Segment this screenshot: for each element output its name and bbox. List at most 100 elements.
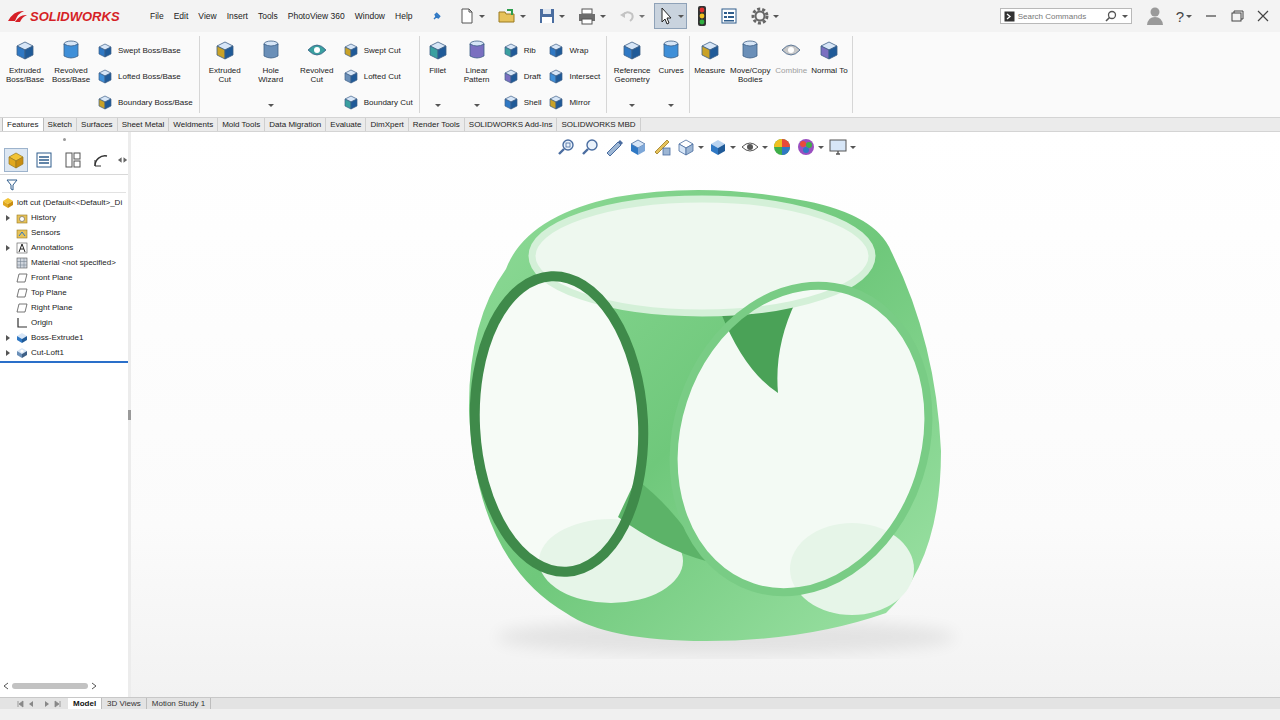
view-button[interactable] <box>772 137 792 157</box>
tree-filter-field[interactable] <box>2 177 126 193</box>
dropdown-arrow[interactable] <box>600 15 606 18</box>
ribbon-small-button[interactable]: Draft <box>502 65 542 87</box>
dropdown-arrow[interactable] <box>678 15 684 18</box>
ribbon-button[interactable]: Combine <box>773 36 809 113</box>
tree-item[interactable]: Material <not specified> <box>0 255 128 270</box>
tree-item[interactable]: Cut-Loft1 <box>0 345 128 360</box>
user-icon[interactable] <box>1146 6 1164 26</box>
tree-item[interactable]: Annotations <box>0 240 128 255</box>
dropdown-arrow[interactable] <box>474 104 480 107</box>
dropdown-arrow[interactable] <box>668 104 674 107</box>
view-button[interactable] <box>652 137 672 157</box>
quick-button[interactable] <box>747 3 782 29</box>
help-button[interactable]: ? <box>1176 8 1192 25</box>
ribbon-small-button[interactable]: Intersect <box>547 65 600 87</box>
ribbon-small-button[interactable]: Boundary Cut <box>342 91 413 113</box>
tree-item[interactable]: Sensors <box>0 225 128 240</box>
dropdown-arrow[interactable] <box>435 104 441 107</box>
expand-arrow[interactable] <box>3 213 13 223</box>
command-tab[interactable]: DimXpert <box>366 118 408 131</box>
tree-item[interactable]: Boss-Extrude1 <box>0 330 128 345</box>
quick-button[interactable] <box>717 4 741 28</box>
view-button[interactable] <box>628 137 648 157</box>
menu-item[interactable]: Edit <box>174 11 189 21</box>
expand-arrow[interactable] <box>3 333 13 343</box>
ribbon-button[interactable]: Fillet <box>422 36 454 113</box>
command-tab[interactable]: Sheet Metal <box>118 118 170 131</box>
quick-button[interactable] <box>693 2 711 30</box>
dropdown-arrow[interactable] <box>639 15 645 18</box>
dropdown-arrow[interactable] <box>762 146 768 149</box>
menu-item[interactable]: File <box>150 11 164 21</box>
expand-arrow[interactable] <box>3 288 13 298</box>
command-tab[interactable]: Render Tools <box>409 118 465 131</box>
ribbon-small-button[interactable]: Lofted Boss/Base <box>96 65 193 87</box>
dropdown-arrow[interactable] <box>268 104 274 107</box>
menu-item[interactable]: Help <box>395 11 412 21</box>
ribbon-small-button[interactable]: Boundary Boss/Base <box>96 91 193 113</box>
dropdown-arrow[interactable] <box>520 15 526 18</box>
panel-scroll-arrows-icon[interactable] <box>117 155 128 165</box>
part-model[interactable] <box>446 171 966 661</box>
ribbon-button[interactable]: Normal To <box>809 36 849 113</box>
ribbon-small-button[interactable]: Rib <box>502 39 542 61</box>
menu-item[interactable]: Tools <box>258 11 278 21</box>
menu-item[interactable]: Window <box>355 11 385 21</box>
dropdown-arrow[interactable] <box>629 104 635 107</box>
panel-tab[interactable] <box>4 148 28 172</box>
menu-item[interactable]: PhotoView 360 <box>288 11 345 21</box>
ribbon-small-button[interactable]: Swept Boss/Base <box>96 39 193 61</box>
dropdown-arrow[interactable] <box>730 146 736 149</box>
panel-horizontal-scrollbar[interactable] <box>0 681 128 691</box>
ribbon-button[interactable]: Measure <box>692 36 727 113</box>
quick-button[interactable] <box>615 4 648 28</box>
ribbon-small-button[interactable]: Shell <box>502 91 542 113</box>
scroll-left-icon[interactable] <box>3 682 9 690</box>
ribbon-button[interactable]: Revolved Cut <box>294 36 340 113</box>
scroll-right-icon[interactable] <box>91 682 97 690</box>
command-tab[interactable]: Sketch <box>44 118 77 131</box>
expand-arrow[interactable] <box>3 258 13 268</box>
view-button[interactable] <box>740 137 768 157</box>
search-dropdown-arrow[interactable] <box>1122 15 1128 18</box>
magnifier-icon[interactable] <box>1105 10 1117 22</box>
view-button[interactable] <box>580 137 600 157</box>
tree-item[interactable]: History <box>0 210 128 225</box>
ribbon-button[interactable]: Curves <box>655 36 687 113</box>
dropdown-arrow[interactable] <box>850 146 856 149</box>
close-icon[interactable] <box>1250 6 1276 26</box>
panel-tab[interactable] <box>89 148 113 172</box>
bottom-tab[interactable]: Motion Study 1 <box>147 698 211 709</box>
expand-arrow[interactable] <box>3 318 13 328</box>
view-button[interactable] <box>708 137 736 157</box>
bottom-tab[interactable]: Model <box>68 698 102 709</box>
ribbon-button[interactable]: Linear Pattern <box>454 36 500 113</box>
view-button[interactable] <box>676 137 704 157</box>
command-tab[interactable]: SOLIDWORKS MBD <box>557 118 640 131</box>
restore-icon[interactable] <box>1224 6 1250 26</box>
expand-arrow[interactable] <box>3 348 13 358</box>
menu-item[interactable]: View <box>198 11 216 21</box>
tree-item[interactable]: Top Plane <box>0 285 128 300</box>
ribbon-button[interactable]: Hole Wizard <box>248 36 294 113</box>
expand-arrow[interactable] <box>3 243 13 253</box>
panel-tab[interactable] <box>60 148 84 172</box>
ribbon-small-button[interactable]: Swept Cut <box>342 39 413 61</box>
dropdown-arrow[interactable] <box>818 146 824 149</box>
ribbon-button[interactable]: Extruded Boss/Base <box>2 36 48 113</box>
command-tab[interactable]: Data Migration <box>265 118 326 131</box>
menu-item[interactable]: Insert <box>227 11 248 21</box>
command-tab[interactable]: Evaluate <box>326 118 366 131</box>
dropdown-arrow[interactable] <box>773 15 779 18</box>
tree-root[interactable]: loft cut (Default<<Default>_Di <box>0 195 128 210</box>
view-button[interactable] <box>604 137 624 157</box>
scroll-thumb[interactable] <box>12 683 88 689</box>
graphics-area[interactable] <box>131 132 1280 697</box>
quick-button[interactable] <box>574 4 609 28</box>
command-tab[interactable]: Mold Tools <box>218 118 265 131</box>
view-button[interactable] <box>828 137 856 157</box>
view-button[interactable] <box>556 137 576 157</box>
quick-button[interactable] <box>455 4 488 28</box>
expand-arrow[interactable] <box>3 303 13 313</box>
tab-navigation-arrows-icon[interactable] <box>16 700 62 708</box>
